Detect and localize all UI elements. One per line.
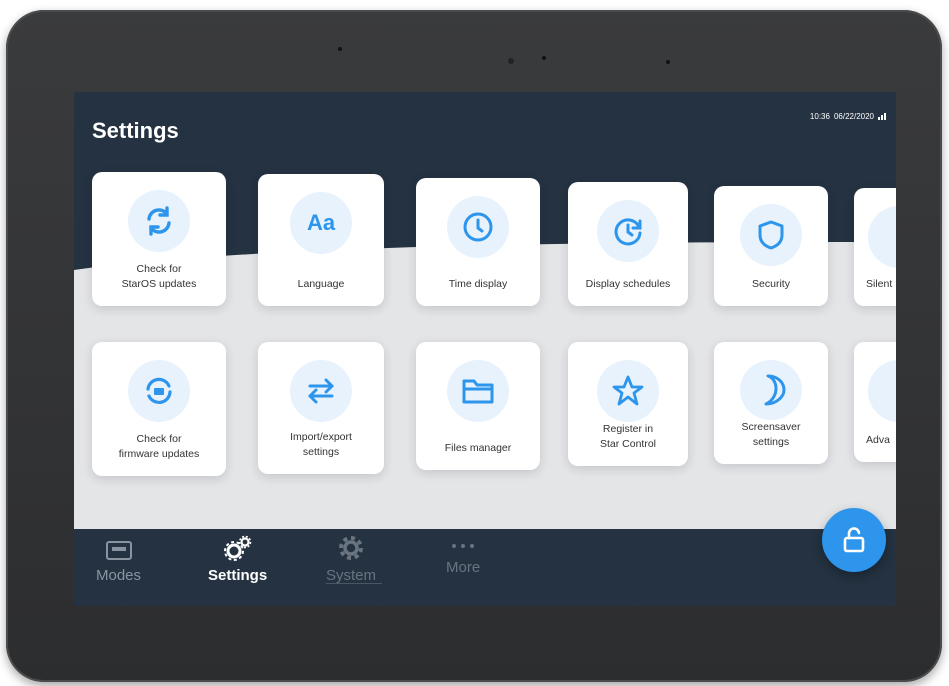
advanced-icon: [868, 360, 896, 422]
tile-label: Files manager: [444, 441, 512, 454]
tile-label: Import/export settings: [290, 430, 352, 458]
firmware-update-icon: [128, 360, 190, 422]
shield-icon: [740, 204, 802, 266]
nav-system[interactable]: System: [326, 535, 376, 584]
tile-time-display[interactable]: Time display: [416, 178, 540, 306]
tile-language[interactable]: Aa Language: [258, 174, 384, 306]
language-icon: Aa: [290, 192, 352, 254]
more-dots-icon: [452, 544, 475, 548]
camera-lens: [508, 58, 514, 64]
bell-icon: [868, 206, 896, 268]
tile-label: Display schedules: [585, 277, 671, 290]
tile-label: Silent: [866, 277, 893, 290]
star-icon: [597, 360, 659, 422]
tile-label: Check for StarOS updates: [121, 262, 197, 290]
clock-icon: [447, 196, 509, 258]
tile-label: Screensaver settings: [741, 420, 801, 448]
tile-silent[interactable]: Silent: [854, 188, 896, 306]
nav-label: More: [446, 559, 481, 576]
tile-label: Language: [297, 277, 345, 290]
nav-divider: [326, 583, 382, 584]
screen: Settings 10:36 06/22/2020 Check for Star…: [74, 92, 896, 606]
tile-label: Time display: [448, 277, 508, 290]
status-bar: 10:36 06/22/2020: [810, 112, 886, 121]
tile-label: Check for firmware updates: [118, 432, 200, 460]
nav-label: Settings: [208, 567, 268, 584]
folder-icon: [447, 360, 509, 422]
tile-check-firmware-updates[interactable]: Check for firmware updates: [92, 342, 226, 476]
tile-display-schedules[interactable]: Display schedules: [568, 182, 688, 306]
schedule-clock-icon: [597, 200, 659, 262]
nav-label: System: [326, 567, 377, 584]
nav-settings[interactable]: Settings: [208, 535, 267, 584]
tile-label: Adva: [866, 433, 890, 446]
gear-icon: [339, 536, 363, 560]
tile-check-staros-updates[interactable]: Check for StarOS updates: [92, 172, 226, 306]
nav-more[interactable]: More: [446, 539, 480, 576]
signal-icon: [878, 113, 886, 120]
refresh-icon: [128, 190, 190, 252]
status-date: 06/22/2020: [833, 112, 874, 121]
sensor-dot: [542, 56, 546, 60]
tile-register-star-control[interactable]: Register in Star Control: [568, 342, 688, 466]
tile-screensaver-settings[interactable]: Screensaver settings: [714, 342, 828, 464]
unlock-button[interactable]: [822, 508, 886, 572]
tile-import-export-settings[interactable]: Import/export settings: [258, 342, 384, 474]
modes-icon: [105, 541, 132, 560]
nav-label: Modes: [96, 567, 142, 584]
tile-advanced[interactable]: Adva: [854, 342, 896, 462]
sensor-dot: [338, 47, 342, 51]
tile-label: Register in Star Control: [599, 422, 657, 450]
import-export-icon: [290, 360, 352, 422]
moon-icon: [740, 360, 802, 420]
bottom-nav: Modes Settings System More: [74, 529, 896, 606]
tile-files-manager[interactable]: Files manager: [416, 342, 540, 470]
page-title: Settings: [92, 118, 179, 143]
tile-security[interactable]: Security: [714, 186, 828, 306]
tile-label: Security: [752, 277, 790, 290]
nav-modes[interactable]: Modes: [96, 541, 141, 584]
gears-icon: [223, 535, 251, 561]
status-time: 10:36: [809, 112, 830, 121]
sensor-dot: [666, 60, 670, 64]
unlock-icon: [843, 527, 865, 553]
